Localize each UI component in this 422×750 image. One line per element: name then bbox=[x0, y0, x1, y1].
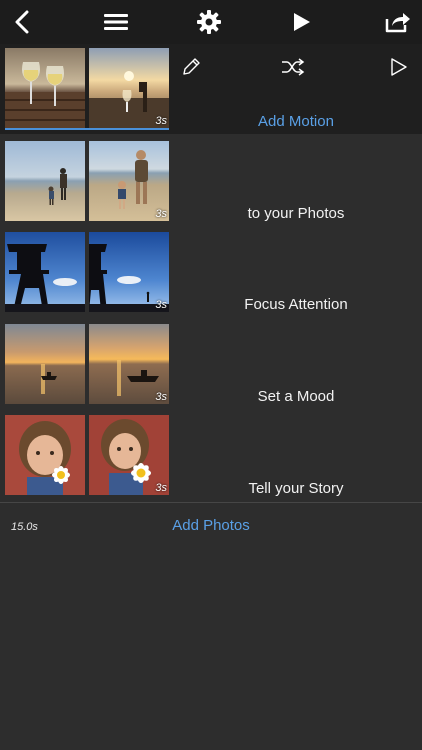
pencil-icon[interactable] bbox=[176, 52, 206, 82]
clip-row[interactable]: 3s Tell your Story bbox=[0, 411, 422, 501]
clip-caption[interactable]: to your Photos bbox=[170, 205, 422, 222]
photo-thumbnail-end[interactable]: 3s bbox=[89, 232, 169, 312]
photo-thumbnail-end[interactable]: 3s bbox=[89, 141, 169, 221]
photo-thumbnail-start[interactable] bbox=[5, 415, 85, 495]
shuffle-icon[interactable] bbox=[278, 52, 308, 82]
back-chevron-icon[interactable] bbox=[0, 0, 44, 44]
top-toolbar bbox=[0, 0, 422, 44]
clip-row[interactable]: 3s Set a Mood bbox=[0, 320, 422, 410]
clip-caption[interactable]: Add Motion bbox=[170, 113, 422, 130]
share-icon[interactable] bbox=[376, 0, 420, 44]
menu-icon[interactable] bbox=[94, 0, 138, 44]
photo-thumbnail-start[interactable] bbox=[5, 324, 85, 404]
play-outline-icon[interactable] bbox=[384, 52, 414, 82]
photo-thumbnail-end[interactable]: 3s bbox=[89, 415, 169, 495]
gear-icon[interactable] bbox=[187, 0, 231, 44]
clip-row[interactable]: 3s Add Motion bbox=[0, 44, 422, 134]
clip-row[interactable]: 3s to your Photos bbox=[0, 137, 422, 227]
clip-duration: 3s bbox=[155, 482, 167, 494]
clip-duration: 3s bbox=[155, 299, 167, 311]
clip-duration: 3s bbox=[155, 391, 167, 403]
clip-caption[interactable]: Focus Attention bbox=[170, 296, 422, 313]
clip-duration: 3s bbox=[155, 115, 167, 127]
photo-thumbnail-start[interactable] bbox=[5, 141, 85, 221]
clip-duration: 3s bbox=[155, 208, 167, 220]
add-photos-button[interactable]: Add Photos bbox=[0, 517, 422, 534]
photo-thumbnail-end[interactable]: 3s bbox=[89, 48, 169, 128]
clip-caption[interactable]: Tell your Story bbox=[170, 480, 422, 497]
selection-indicator bbox=[5, 128, 169, 130]
photo-thumbnail-end[interactable]: 3s bbox=[89, 324, 169, 404]
play-icon[interactable] bbox=[280, 0, 324, 44]
photo-thumbnail-start[interactable] bbox=[5, 48, 85, 128]
clip-row[interactable]: 3s Focus Attention bbox=[0, 228, 422, 318]
photo-thumbnail-start[interactable] bbox=[5, 232, 85, 312]
divider bbox=[0, 502, 422, 503]
clip-caption[interactable]: Set a Mood bbox=[170, 388, 422, 405]
